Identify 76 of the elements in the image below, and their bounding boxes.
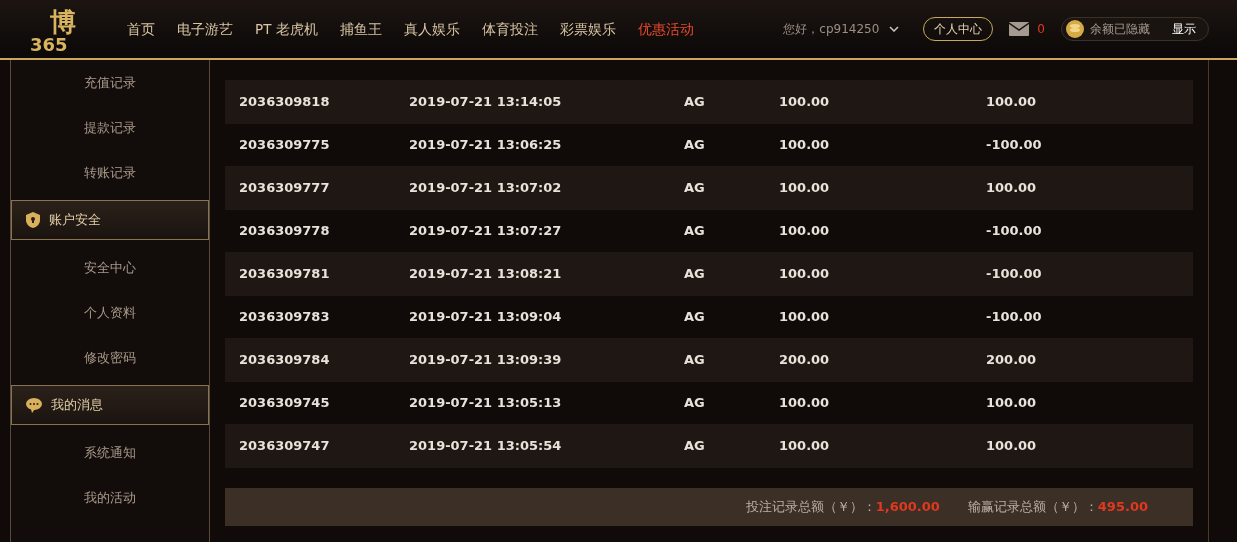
table-cell-text: AG (684, 351, 706, 370)
table-cell-text: 100.00 (779, 222, 831, 241)
table-cell-text: 2019-07-21 13:08:21 (409, 265, 563, 284)
table-cell-text: AG (684, 308, 706, 327)
sidebar-section[interactable]: 账户安全 (11, 200, 209, 240)
table-cell-text: AG (684, 93, 706, 112)
sidebar-item[interactable]: 转账记录 (11, 150, 209, 195)
table-cell-text: 2036309745 (238, 394, 331, 413)
table-cell-text: -100.00 (986, 222, 1043, 241)
table-cell-text: 100.00 (779, 93, 831, 112)
table-cell-text: 2019-07-21 13:05:13 (409, 394, 563, 413)
table-cell-text: 100.00 (779, 265, 831, 284)
table-cell-text: AG (684, 136, 706, 155)
summary-value: 1,600.00 (875, 498, 940, 517)
sidebar-item[interactable]: 安全中心 (11, 245, 209, 290)
table-cell-text: 100.00 (986, 394, 1038, 413)
table-cell-text: 100.00 (986, 437, 1038, 456)
table-cell-text: 100.00 (779, 437, 831, 456)
sidebar-item[interactable]: 个人资料 (11, 290, 209, 335)
table-cell-text: -100.00 (986, 265, 1043, 284)
table-cell-text: 200.00 (779, 351, 831, 370)
mail-icon[interactable] (1009, 22, 1030, 36)
chat-icon (26, 397, 42, 413)
table-cell-text: AG (684, 394, 706, 413)
greeting-text[interactable]: 您好，cp914250 (783, 20, 880, 38)
message-count: 0 (1037, 21, 1045, 38)
table-cell-text: AG (684, 265, 706, 284)
table-cell-text: 200.00 (986, 351, 1038, 370)
table-cell-text: 100.00 (779, 394, 831, 413)
table-cell-text: 2019-07-21 13:06:25 (409, 136, 563, 155)
sidebar-section[interactable]: 我的消息 (11, 385, 209, 425)
sidebar-item[interactable]: 我的活动 (11, 475, 209, 520)
nav-link-item[interactable]: 彩票娱乐 (559, 18, 616, 40)
summary-value: 495.00 (1097, 498, 1148, 517)
table-cell-text: 2019-07-21 13:07:27 (409, 222, 563, 241)
table-cell-text: 2019-07-21 13:07:02 (409, 179, 563, 198)
table-cell-text: 100.00 (986, 93, 1038, 112)
show-balance-link[interactable]: 显示 (1172, 20, 1196, 38)
table-cell-text: 100.00 (779, 136, 831, 155)
table-cell-text: 100.00 (779, 308, 831, 327)
table-cell-text: 2036309784 (238, 351, 331, 370)
table-cell-text: 2019-07-21 13:05:54 (409, 437, 563, 456)
nav-link-item[interactable]: PT 老虎机 (255, 18, 318, 40)
summary-label: 投注记录总额（￥）： (745, 498, 876, 517)
table-cell-text: 100.00 (986, 179, 1038, 198)
chevron-icon[interactable] (889, 26, 900, 32)
sidebar-item[interactable]: 系统通知 (11, 430, 209, 475)
table-cell-text: AG (684, 179, 706, 198)
table-cell-text: 100.00 (779, 179, 831, 198)
nav-link-item[interactable]: 电子游艺 (177, 18, 233, 40)
table-cell-text: 2036309781 (238, 265, 331, 284)
summary-label: 输赢记录总额（￥）： (967, 498, 1098, 517)
sidebar-item[interactable]: 提款记录 (11, 105, 209, 150)
coins-icon (1066, 20, 1084, 38)
nav-link-item[interactable]: 捕鱼王 (339, 18, 382, 40)
table-cell-text: 2019-07-21 13:09:39 (409, 351, 563, 370)
table-cell-text: 2019-07-21 13:09:04 (409, 308, 563, 327)
sidebar-item[interactable]: 修改密码 (11, 335, 209, 380)
table-cell-text: AG (684, 222, 706, 241)
shield-icon (26, 212, 40, 228)
table-cell-text: 2036309783 (238, 308, 331, 327)
table-cell-text: 2036309775 (238, 136, 331, 155)
nav-link-item[interactable]: 真人娱乐 (403, 18, 460, 40)
table-cell-text: 2019-07-21 13:14:05 (409, 93, 563, 112)
table-cell-text: 2036309778 (238, 222, 331, 241)
balance-text: 余额已隐藏 (1090, 21, 1150, 38)
sidebar-item[interactable]: 充值记录 (11, 60, 209, 105)
nav-link-item[interactable]: 优惠活动 (637, 18, 694, 40)
table-cell-text: 2036309777 (238, 179, 331, 198)
table-cell-text: 2036309747 (238, 437, 331, 456)
nav-link-item[interactable]: 体育投注 (481, 18, 538, 40)
table-cell-text: -100.00 (986, 308, 1043, 327)
table-cell-text: -100.00 (986, 136, 1043, 155)
nav-link-item[interactable]: 首页 (127, 18, 155, 40)
table-cell-text: AG (684, 437, 706, 456)
table-cell-text: 2036309818 (238, 93, 331, 112)
